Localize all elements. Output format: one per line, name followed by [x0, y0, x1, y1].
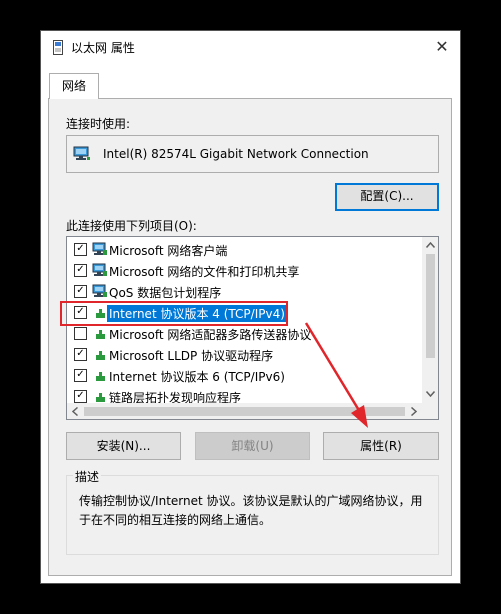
list-item-label: Microsoft 网络适配器多路传送器协议 — [109, 328, 312, 342]
close-button[interactable]: ✕ — [429, 35, 455, 59]
configure-button[interactable]: 配置(C)... — [335, 183, 439, 211]
item-checkbox[interactable]: ✓ — [74, 369, 87, 382]
list-item[interactable]: ✓ Microsoft 网络的文件和打印机共享 — [67, 260, 421, 281]
adapter-name: Intel(R) 82574L Gigabit Network Connecti… — [103, 147, 369, 161]
item-checkbox[interactable]: ✓ — [74, 348, 87, 361]
list-item-label: Microsoft 网络的文件和打印机共享 — [109, 265, 300, 279]
item-checkbox[interactable]: ✓ — [74, 264, 87, 277]
title-bar: 以太网 属性 ✕ — [41, 31, 460, 63]
window-title: 以太网 属性 — [71, 41, 135, 55]
components-list[interactable]: ✓ Microsoft 网络客户端 ✓ Microsoft 网络的文件和打印机共享 ✓ Q… — [66, 236, 439, 420]
protocol-icon — [96, 393, 105, 402]
description-text: 传输控制协议/Internet 协议。该协议是默认的广域网络协议，用于在不同的相… — [79, 494, 423, 527]
list-item-label: Microsoft LLDP 协议驱动程序 — [109, 349, 274, 363]
network-adapter-icon — [73, 146, 90, 160]
tab-network-label: 网络 — [61, 79, 86, 93]
list-item-label: Internet 协议版本 6 (TCP/IPv6) — [109, 370, 285, 384]
protocol-icon — [96, 330, 105, 339]
uninstall-button[interactable]: 卸载(U) — [195, 432, 310, 460]
item-checkbox[interactable] — [74, 327, 87, 340]
list-item-label: QoS 数据包计划程序 — [109, 286, 222, 300]
description-legend: 描述 — [73, 468, 102, 485]
adapter-box: Intel(R) 82574L Gigabit Network Connecti… — [66, 135, 439, 173]
scroll-down-icon[interactable] — [426, 391, 435, 397]
install-button[interactable]: 安装(N)... — [66, 432, 181, 460]
network-client-icon — [92, 263, 107, 276]
scrollbar-corner — [422, 403, 438, 419]
hscroll-thumb[interactable] — [84, 407, 405, 416]
annotation-highlight-box — [60, 301, 288, 326]
properties-button[interactable]: 属性(R) — [323, 432, 439, 460]
scroll-thumb[interactable] — [426, 254, 435, 358]
protocol-icon — [96, 372, 105, 381]
description-group: 描述 传输控制协议/Internet 协议。该协议是默认的广域网络协议，用于在不… — [66, 468, 439, 555]
list-item-label: Microsoft 网络客户端 — [109, 244, 228, 258]
close-icon: ✕ — [435, 37, 449, 56]
list-item[interactable]: ✓ Microsoft 网络客户端 — [67, 239, 421, 260]
list-item[interactable]: ✓ Microsoft LLDP 协议驱动程序 — [67, 344, 421, 365]
connect-using-label: 连接时使用: — [66, 117, 131, 131]
scroll-up-icon[interactable] — [426, 242, 435, 248]
scroll-right-icon[interactable] — [411, 407, 417, 416]
vertical-scrollbar[interactable] — [422, 237, 438, 403]
tab-network[interactable]: 网络 — [49, 73, 99, 99]
network-client-icon — [92, 242, 107, 255]
item-checkbox[interactable]: ✓ — [74, 243, 87, 256]
horizontal-scrollbar[interactable] — [67, 403, 422, 419]
network-client-icon — [92, 284, 107, 297]
items-label: 此连接使用下列项目(O): — [66, 219, 197, 233]
scroll-left-icon[interactable] — [72, 407, 78, 416]
list-item[interactable]: ✓ QoS 数据包计划程序 — [67, 281, 421, 302]
protocol-icon — [96, 351, 105, 360]
list-item[interactable]: Microsoft 网络适配器多路传送器协议 — [67, 323, 421, 344]
item-checkbox[interactable]: ✓ — [74, 390, 87, 403]
list-item[interactable]: ✓ Internet 协议版本 6 (TCP/IPv6) — [67, 365, 421, 386]
file-icon — [53, 40, 63, 55]
item-checkbox[interactable]: ✓ — [74, 285, 87, 298]
